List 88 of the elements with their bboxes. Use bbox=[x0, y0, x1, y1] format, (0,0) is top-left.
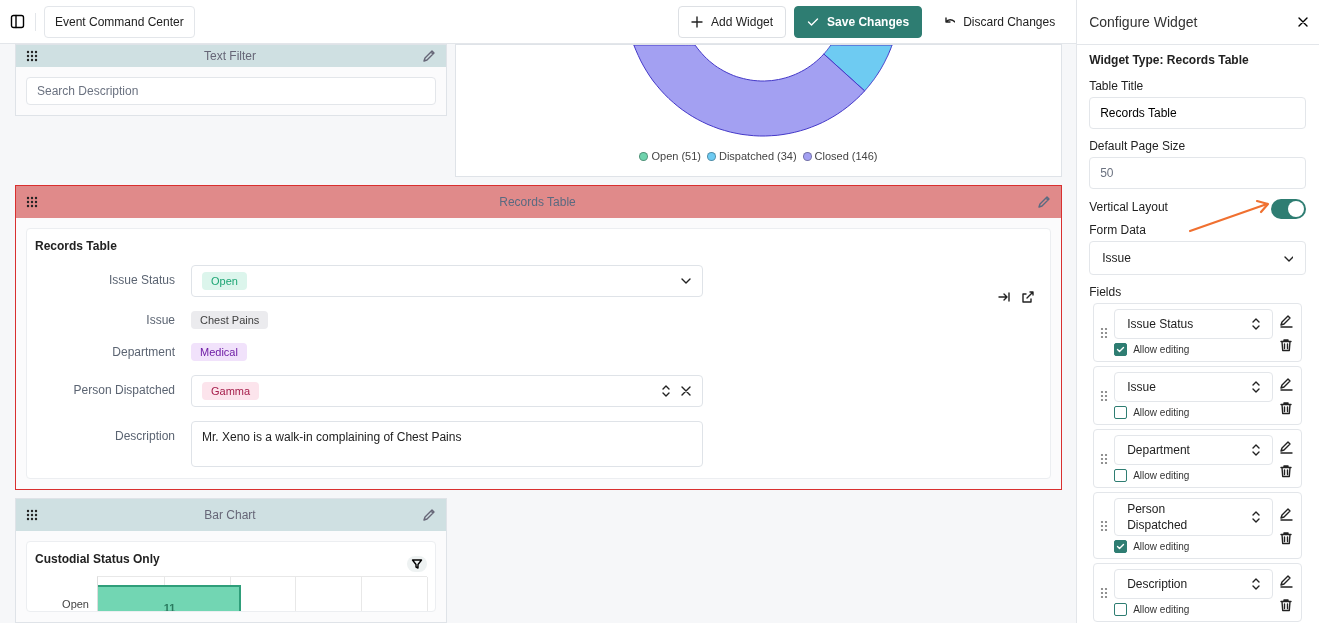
field-label: Issue bbox=[146, 313, 175, 327]
field-label: Department bbox=[112, 345, 175, 359]
edit-icon[interactable] bbox=[1279, 376, 1293, 391]
discard-button[interactable]: Discard Changes bbox=[930, 5, 1069, 38]
input-field[interactable]: Records Table bbox=[1089, 97, 1306, 129]
widget-title: Bar Chart bbox=[203, 508, 257, 522]
drag-handle-icon[interactable] bbox=[1100, 519, 1109, 532]
status-tag: Medical bbox=[191, 343, 247, 361]
field-label: Issue Status bbox=[108, 273, 175, 287]
checkbox-label: Allow editing bbox=[1133, 541, 1190, 552]
select-field[interactable]: Department bbox=[1114, 435, 1273, 465]
trash-icon[interactable] bbox=[1279, 400, 1293, 415]
drag-handle-icon[interactable] bbox=[1100, 389, 1109, 402]
widget-header[interactable]: Bar Chart bbox=[16, 499, 446, 531]
trash-icon[interactable] bbox=[1279, 530, 1293, 545]
card-title: Records Table bbox=[35, 239, 118, 253]
arrow-to-line-icon[interactable] bbox=[998, 291, 1011, 303]
check-icon bbox=[807, 15, 820, 28]
drag-handle-icon[interactable] bbox=[1100, 586, 1109, 599]
field-label: Table Title bbox=[1089, 79, 1145, 93]
external-link-icon[interactable] bbox=[1021, 291, 1034, 304]
drag-handle-icon[interactable] bbox=[26, 50, 38, 62]
edit-icon[interactable] bbox=[1279, 313, 1293, 328]
toggle-switch[interactable] bbox=[1271, 199, 1306, 219]
select-field[interactable]: Issue bbox=[1114, 372, 1273, 402]
field-label: Fields bbox=[1089, 285, 1123, 299]
checkbox-label: Allow editing bbox=[1133, 344, 1190, 355]
legend-label: Closed bbox=[814, 150, 849, 162]
drag-handle-icon[interactable] bbox=[1100, 452, 1109, 465]
field-label: Description bbox=[114, 429, 175, 443]
checkbox[interactable] bbox=[1114, 603, 1128, 616]
legend-count: (146) bbox=[851, 150, 878, 162]
widget-title: Text Filter bbox=[203, 49, 257, 63]
checkbox[interactable] bbox=[1114, 343, 1128, 356]
checkbox[interactable] bbox=[1114, 540, 1128, 553]
trash-icon[interactable] bbox=[1279, 597, 1293, 612]
select-field[interactable]: Description bbox=[1114, 569, 1273, 599]
chart-title: Custodial Status Only bbox=[35, 552, 160, 566]
field-label: Default Page Size bbox=[1089, 139, 1187, 153]
status-tag: Chest Pains bbox=[191, 311, 269, 329]
clear-icon[interactable] bbox=[680, 385, 692, 397]
select-field[interactable]: Issue bbox=[1089, 241, 1306, 275]
drag-handle-icon[interactable] bbox=[1100, 326, 1109, 339]
widget-header[interactable]: Text Filter bbox=[16, 45, 446, 67]
select-field[interactable]: Issue Status bbox=[1114, 309, 1273, 339]
status-tag: Open bbox=[202, 272, 247, 290]
checkbox-label: Allow editing bbox=[1133, 470, 1190, 481]
sort-icon[interactable] bbox=[1250, 380, 1260, 394]
save-button[interactable]: Save Changes bbox=[794, 5, 923, 38]
sort-icon[interactable] bbox=[1250, 443, 1260, 457]
legend-count: (34) bbox=[777, 150, 797, 162]
input-field[interactable]: 50 bbox=[1089, 157, 1306, 189]
sort-icon[interactable] bbox=[1250, 577, 1260, 591]
checkbox-label: Allow editing bbox=[1133, 407, 1190, 418]
sidebar-toggle-icon[interactable] bbox=[8, 12, 27, 31]
legend-label: Open bbox=[651, 150, 679, 162]
search-field[interactable]: Search Description bbox=[26, 77, 436, 105]
trash-icon[interactable] bbox=[1279, 463, 1293, 478]
status-tag: Gamma bbox=[202, 382, 260, 400]
checkbox-label: Allow editing bbox=[1133, 604, 1190, 615]
drag-handle-icon[interactable] bbox=[26, 196, 38, 208]
filter-icon bbox=[411, 558, 423, 570]
select-field[interactable]: Gamma bbox=[191, 375, 703, 407]
checkbox[interactable] bbox=[1114, 469, 1128, 482]
widget-type: Widget Type: Records Table bbox=[1089, 53, 1250, 67]
field-label: Person Dispatched bbox=[73, 383, 175, 397]
plus-icon bbox=[691, 15, 704, 28]
legend-label: Dispatched bbox=[718, 150, 774, 162]
sort-icon[interactable] bbox=[660, 384, 672, 398]
drag-handle-icon[interactable] bbox=[26, 509, 38, 521]
edit-icon[interactable] bbox=[1279, 439, 1293, 454]
axis-label: Open bbox=[61, 598, 89, 610]
text-area[interactable]: Mr. Xeno is a walk-in complaining of Chest Pains bbox=[191, 421, 703, 467]
dashboard-name-field[interactable]: Event Command Center bbox=[44, 5, 195, 38]
add-button[interactable]: Add Widget bbox=[678, 5, 787, 38]
trash-icon[interactable] bbox=[1279, 337, 1293, 352]
edit-icon[interactable] bbox=[1279, 506, 1293, 521]
sort-icon[interactable] bbox=[1250, 510, 1260, 524]
edit-icon[interactable] bbox=[1279, 573, 1293, 588]
legend-count: (51) bbox=[681, 150, 701, 162]
checkbox[interactable] bbox=[1114, 406, 1128, 419]
widget-title: Records Table bbox=[498, 195, 577, 209]
panel-title: Configure Widget bbox=[1089, 14, 1198, 30]
field-label: Form Data bbox=[1089, 223, 1147, 237]
sort-icon[interactable] bbox=[1250, 317, 1260, 331]
field-label: Vertical Layout bbox=[1089, 200, 1168, 214]
filter-button[interactable] bbox=[407, 556, 427, 572]
select-field[interactable]: Person Dispatched bbox=[1114, 498, 1273, 536]
